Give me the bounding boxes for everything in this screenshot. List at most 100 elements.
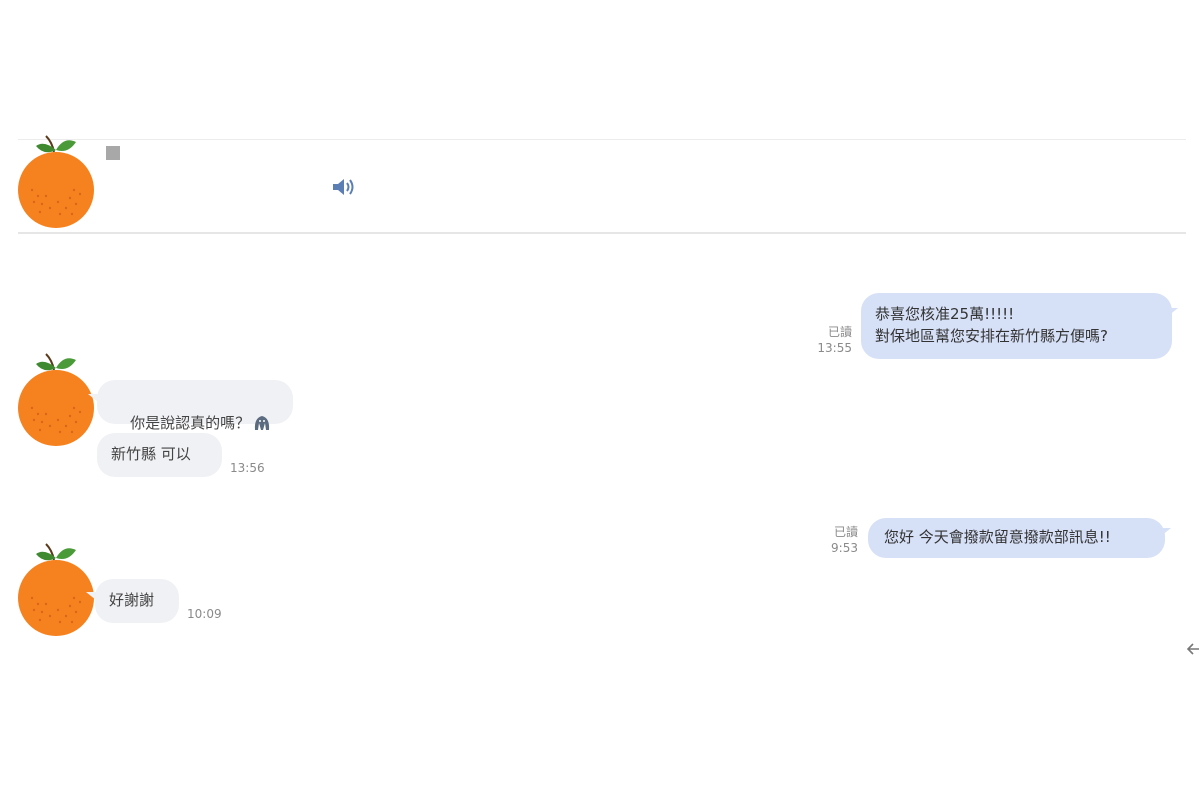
message-time: 10:09 [187, 607, 222, 621]
mosaic-cell [134, 174, 148, 190]
mosaic-cell [204, 160, 218, 175]
mosaic-cell [302, 189, 316, 204]
mosaic-cell [246, 203, 260, 218]
mosaic-cell [288, 146, 302, 161]
mosaic-cell [120, 174, 134, 190]
mosaic-cell [148, 203, 162, 218]
mosaic-cell [246, 146, 260, 161]
mosaic-cell [288, 189, 302, 204]
mosaic-cell [302, 174, 316, 190]
bubble-tail [1168, 308, 1178, 316]
mosaic-cell [232, 160, 246, 175]
incoming-message-bubble[interactable]: 好謝謝 [95, 579, 179, 623]
mosaic-cell [232, 203, 246, 218]
mosaic-cell [232, 189, 246, 204]
bubble-tail [1161, 528, 1171, 536]
mosaic-cell [274, 203, 288, 218]
mosaic-cell [148, 146, 162, 161]
sticker-icon [254, 416, 270, 430]
mosaic-cell [218, 146, 232, 161]
read-receipt: 已讀 [827, 325, 852, 339]
mosaic-cell [106, 160, 120, 175]
mosaic-cell [190, 160, 204, 175]
mosaic-cell [176, 174, 190, 190]
message-meta: 已讀 9:53 [812, 524, 858, 556]
incoming-message-bubble[interactable]: 你是說認真的嗎？ [97, 380, 293, 432]
outgoing-message-bubble[interactable]: 恭喜您核准25萬!!!!! 對保地區幫您安排在新竹縣方便嗎? [861, 293, 1172, 359]
mosaic-cell [134, 146, 148, 161]
mosaic-cell [190, 189, 204, 204]
mosaic-cell [274, 160, 288, 175]
bubble-tail [86, 592, 96, 600]
incoming-message-bubble[interactable]: 新竹縣 可以 [97, 433, 222, 477]
contact-name-redacted [106, 146, 316, 218]
mosaic-cell [204, 146, 218, 161]
mosaic-cell [232, 146, 246, 161]
mosaic-cell [260, 174, 274, 190]
orange-avatar-icon[interactable] [14, 352, 98, 448]
mosaic-cell [260, 160, 274, 175]
read-receipt: 已讀 [833, 525, 858, 539]
message-time: 13:55 [817, 341, 852, 355]
mosaic-cell [260, 189, 274, 204]
mosaic-cell [176, 189, 190, 204]
mosaic-cell [134, 160, 148, 175]
mosaic-cell [246, 174, 260, 190]
mosaic-cell [288, 203, 302, 218]
mosaic-cell [204, 189, 218, 204]
mosaic-cell [302, 203, 316, 218]
mosaic-cell [288, 174, 302, 190]
mosaic-cell [120, 160, 134, 175]
mosaic-cell [302, 160, 316, 175]
mosaic-cell [162, 160, 176, 175]
mosaic-cell [106, 174, 120, 190]
speaker-icon[interactable] [331, 176, 357, 198]
message-time: 13:56 [230, 461, 265, 475]
message-meta: 已讀 13:55 [806, 324, 852, 356]
mosaic-cell [246, 189, 260, 204]
mosaic-cell [162, 203, 176, 218]
mosaic-cell [218, 160, 232, 175]
mosaic-cell [260, 146, 274, 161]
mosaic-cell [120, 203, 134, 218]
mosaic-cell [106, 203, 120, 218]
mosaic-cell [204, 203, 218, 218]
mosaic-cell [274, 174, 288, 190]
mosaic-cell [106, 189, 120, 204]
mosaic-cell [204, 174, 218, 190]
mosaic-cell [246, 160, 260, 175]
mosaic-cell [120, 189, 134, 204]
divider [18, 232, 1186, 234]
mosaic-cell [288, 160, 302, 175]
mosaic-cell [274, 146, 288, 161]
mosaic-cell [134, 189, 148, 204]
message-text: 你是說認真的嗎？ [130, 414, 251, 432]
mosaic-cell [148, 189, 162, 204]
mosaic-cell [190, 203, 204, 218]
mosaic-cell [120, 146, 134, 161]
orange-avatar-icon[interactable] [14, 134, 98, 230]
mosaic-cell [190, 146, 204, 161]
divider [18, 139, 1186, 140]
outgoing-message-bubble[interactable]: 您好 今天會撥款留意撥款部訊息!! [868, 518, 1165, 558]
mosaic-cell [218, 203, 232, 218]
mosaic-cell [162, 189, 176, 204]
message-time: 9:53 [831, 541, 858, 555]
mosaic-cell [148, 160, 162, 175]
mosaic-cell [134, 203, 148, 218]
mosaic-cell [302, 146, 316, 161]
mosaic-cell [218, 174, 232, 190]
mosaic-cell [162, 174, 176, 190]
mosaic-cell [148, 174, 162, 190]
bubble-tail [88, 394, 98, 402]
mosaic-cell [162, 146, 176, 161]
orange-avatar-icon[interactable] [14, 542, 98, 638]
mosaic-cell [106, 146, 120, 161]
mosaic-cell [176, 160, 190, 175]
mosaic-cell [176, 146, 190, 161]
mosaic-cell [176, 203, 190, 218]
mosaic-cell [190, 174, 204, 190]
mosaic-cell [274, 189, 288, 204]
back-arrow-icon[interactable] [1186, 640, 1200, 658]
mosaic-cell [232, 174, 246, 190]
